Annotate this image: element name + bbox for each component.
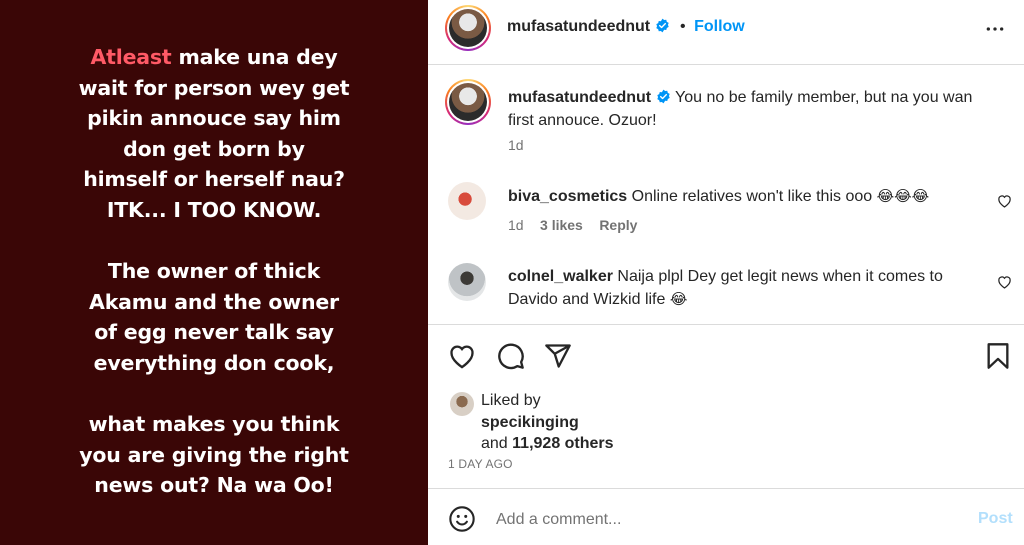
post-image: Atleast make una dey wait for person wey…: [0, 0, 428, 545]
story-highlight: Atleast: [90, 45, 172, 69]
composer-divider: [428, 488, 1024, 489]
story-line: wait for person wey get: [78, 75, 350, 100]
comment-text: Online relatives won't like this ooo: [631, 188, 873, 205]
story-line: everything don cook,: [93, 350, 335, 375]
comment-username[interactable]: biva_cosmetics: [508, 188, 627, 205]
caption-avatar[interactable]: [445, 79, 491, 125]
story-line: news out? Na wa Oo!: [94, 473, 334, 498]
comment-time[interactable]: 1d: [508, 217, 524, 233]
comment-emoji: 😂: [669, 290, 688, 308]
verified-badge-icon: [656, 89, 670, 104]
header-divider: [428, 64, 1024, 65]
liked-by-label: Liked by: [481, 392, 541, 409]
commenter-avatar[interactable]: [448, 263, 486, 301]
story-line: pikin annouce say him: [87, 106, 341, 131]
comment-body: colnel_walker Naija plpl Dey get legit n…: [508, 265, 978, 311]
story-line: himself or herself nau?: [83, 167, 345, 192]
bookmark-icon[interactable]: [986, 342, 1010, 370]
post-side-panel: mufasatundeednut • Follow mufasatundeedn…: [428, 0, 1024, 545]
separator-dot: •: [680, 18, 686, 35]
story-text: Atleast make una dey wait for person wey…: [0, 42, 428, 501]
header-avatar[interactable]: [445, 5, 491, 51]
post-date[interactable]: 1 DAY AGO: [448, 457, 513, 471]
comment-like-heart-icon[interactable]: [997, 275, 1012, 289]
comment-likes[interactable]: 3 likes: [540, 217, 583, 233]
story-line: of egg never talk say: [94, 320, 334, 345]
verified-badge-icon: [655, 18, 669, 33]
story-line: The owner of thick: [107, 259, 321, 284]
comment-meta: 1d 3 likes Reply: [508, 217, 637, 235]
story-line: don get born by: [123, 136, 305, 161]
post-header: mufasatundeednut • Follow: [428, 0, 1024, 57]
follow-button[interactable]: Follow: [694, 18, 745, 35]
heart-icon[interactable]: [448, 343, 476, 369]
header-username[interactable]: mufasatundeednut: [507, 18, 650, 35]
liker-avatar[interactable]: [450, 392, 474, 416]
comment-username[interactable]: colnel_walker: [508, 268, 613, 285]
comment-icon[interactable]: [497, 342, 525, 370]
caption-time[interactable]: 1d: [508, 137, 524, 153]
more-options-icon[interactable]: [984, 19, 1006, 39]
likes-count[interactable]: and 11,928 others: [481, 435, 614, 453]
story-line-1: Atleast make una dey: [90, 45, 338, 69]
commenter-avatar[interactable]: [448, 182, 486, 220]
comment-input[interactable]: [496, 509, 916, 531]
actions-divider: [428, 324, 1024, 325]
liked-by-user[interactable]: specikinging: [481, 414, 579, 432]
comment-emoji: 😂😂😂: [876, 187, 930, 205]
emoji-icon[interactable]: [448, 505, 476, 533]
story-line: what makes you think: [88, 412, 340, 437]
caption-body: mufasatundeednut You no be family member…: [508, 86, 998, 132]
story-line: ITK... I TOO KNOW.: [106, 197, 322, 222]
reply-button[interactable]: Reply: [599, 217, 637, 233]
share-icon[interactable]: [544, 342, 572, 370]
comment-like-heart-icon[interactable]: [997, 194, 1012, 208]
comment-body: biva_cosmetics Online relatives won't li…: [508, 185, 978, 208]
post-button[interactable]: Post: [978, 510, 1013, 528]
story-line: you are giving the right: [79, 442, 349, 467]
story-line: Akamu and the owner: [89, 289, 339, 314]
caption-username[interactable]: mufasatundeednut: [508, 89, 651, 106]
